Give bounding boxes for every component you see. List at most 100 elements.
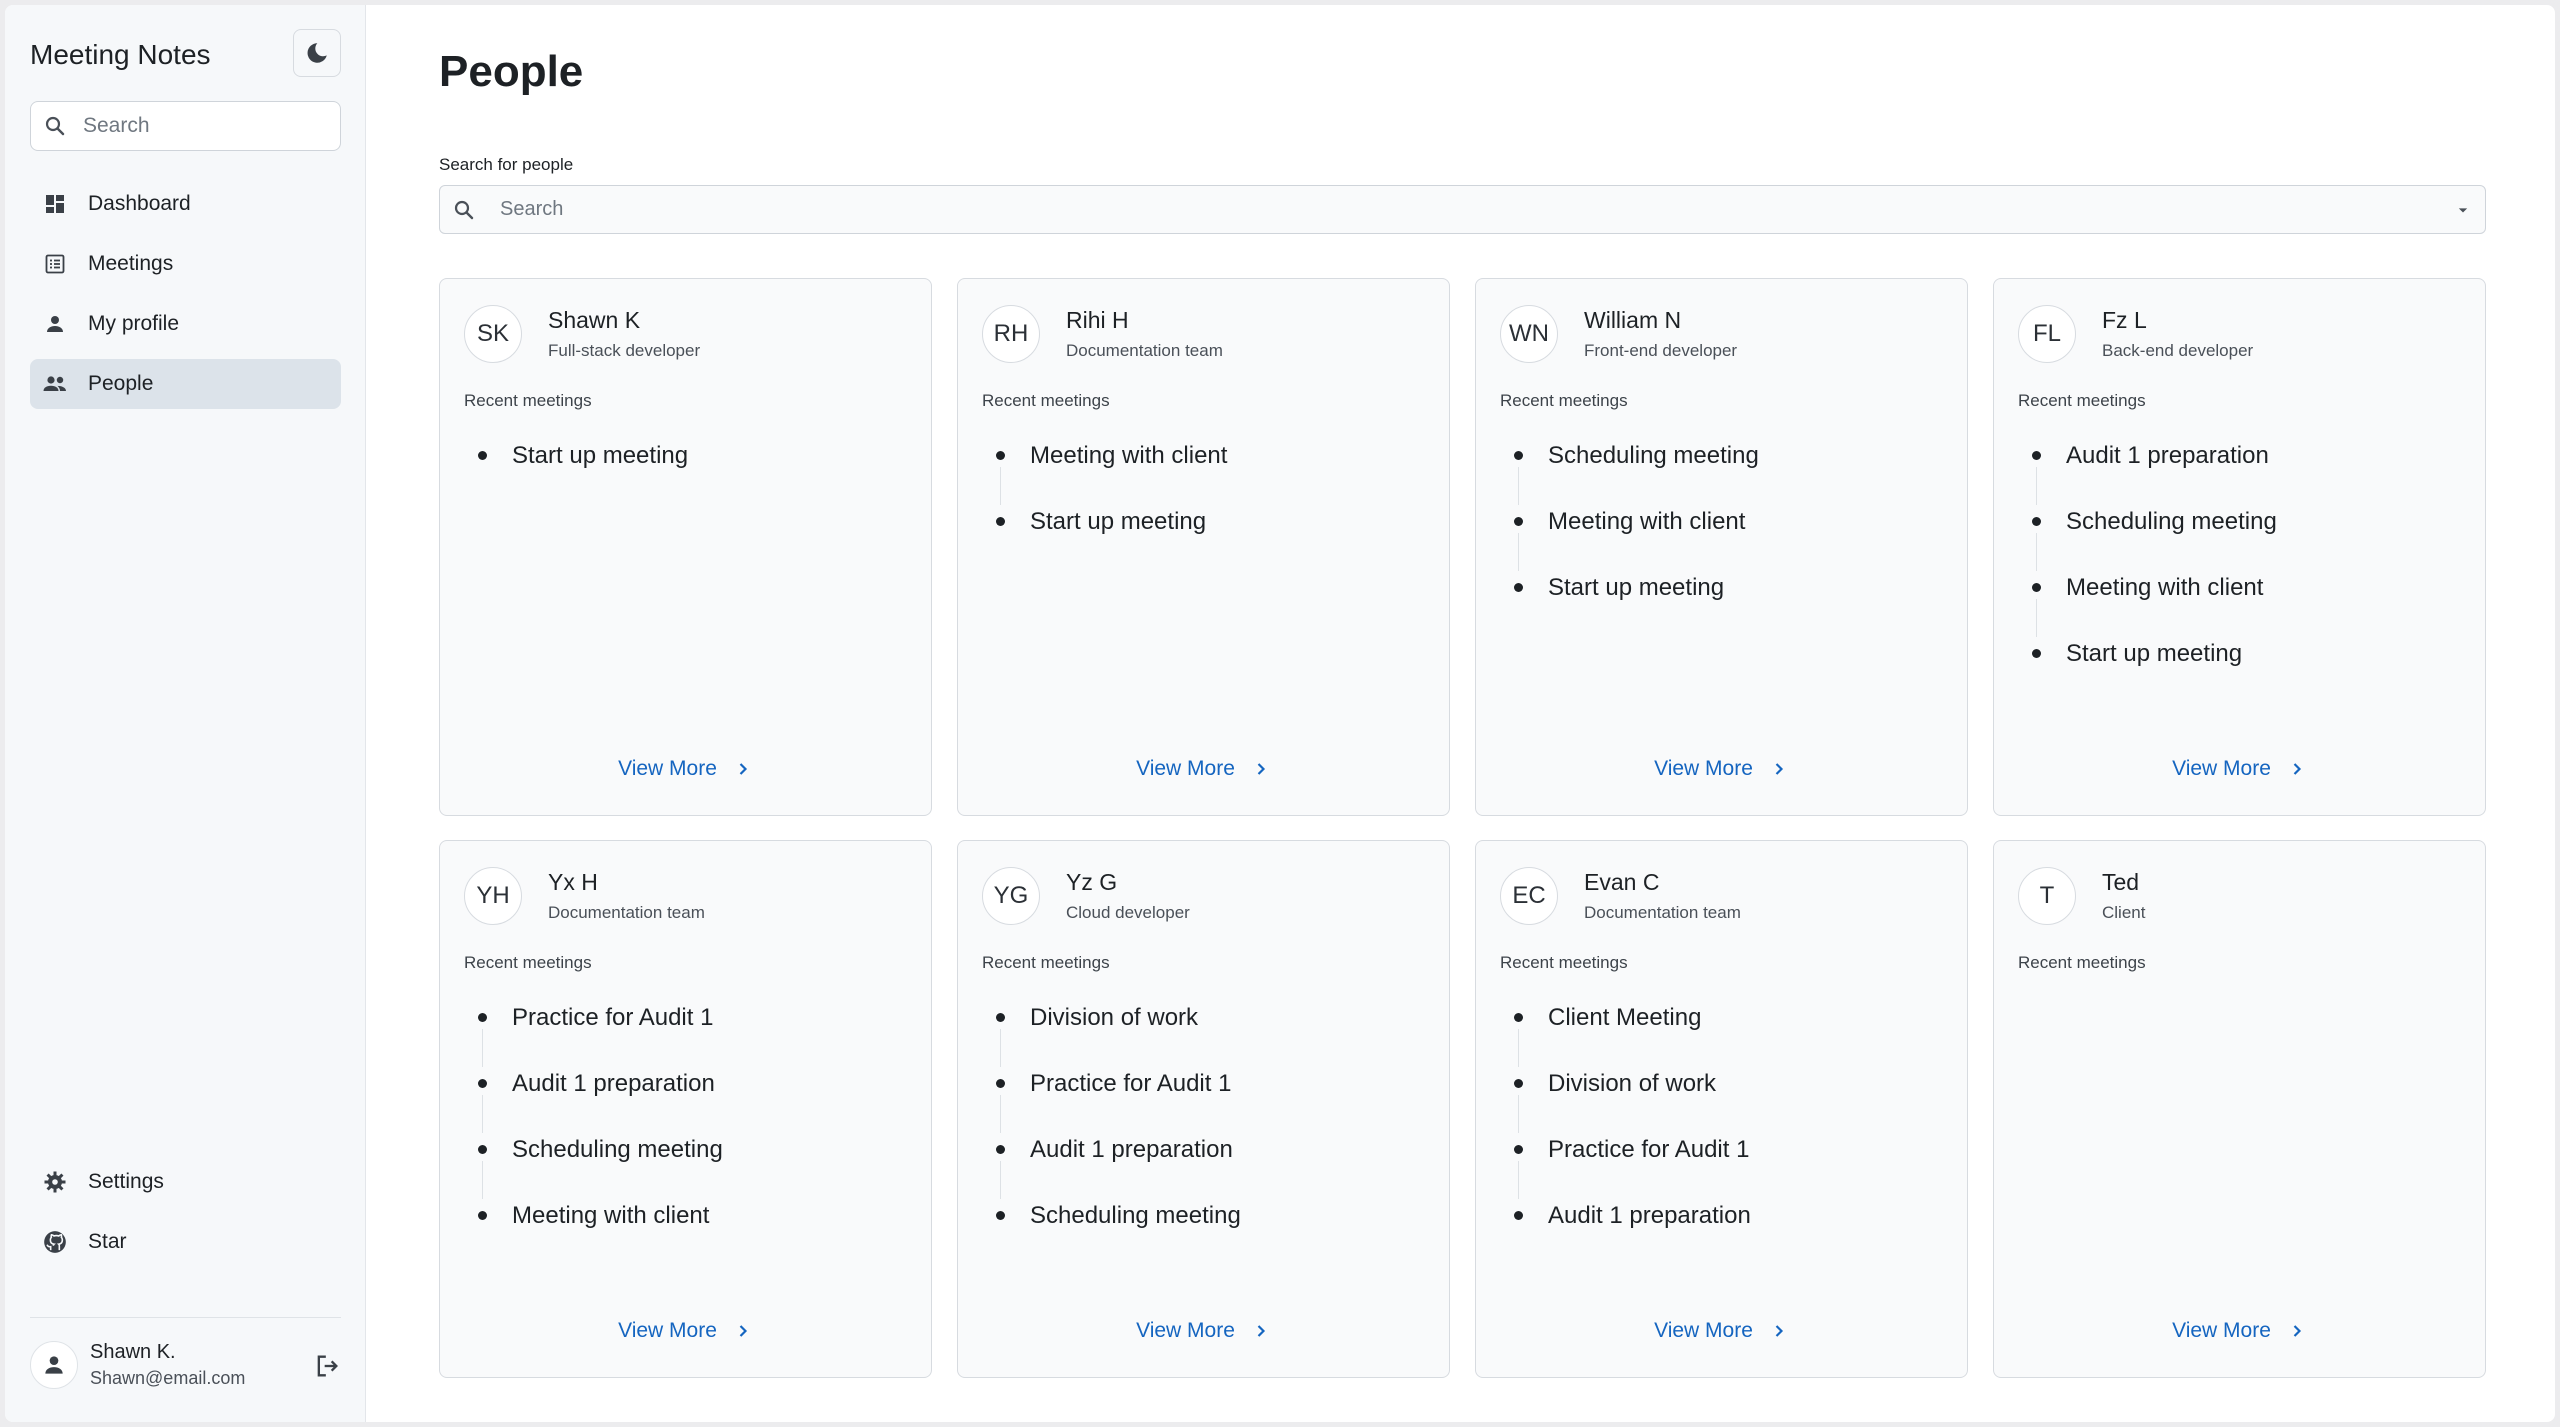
view-more-label: View More — [1136, 757, 1235, 780]
sidebar-item-label: Dashboard — [88, 192, 191, 215]
meeting-item[interactable]: Practice for Audit 1 — [1512, 1133, 1751, 1199]
chevron-down-icon[interactable] — [2453, 200, 2473, 220]
avatar: EC — [1500, 867, 1558, 925]
sidebar-item-label: My profile — [88, 312, 180, 335]
search-label: Search for people — [439, 155, 574, 174]
moon-icon — [307, 43, 327, 63]
meeting-item[interactable]: Start up meeting — [1512, 571, 1759, 637]
view-more-button[interactable]: View More — [1476, 757, 1967, 781]
person-name: Fz L — [2102, 307, 2147, 333]
person-role: Documentation team — [548, 903, 705, 922]
view-more-label: View More — [1654, 757, 1753, 780]
view-more-button[interactable]: View More — [440, 1319, 931, 1343]
sidebar-item-label: Star — [88, 1230, 127, 1253]
avatar: FL — [2018, 305, 2076, 363]
recent-meetings-label: Recent meetings — [2018, 391, 2146, 410]
sidebar-item-dashboard[interactable]: Dashboard — [30, 179, 341, 229]
page-title: People — [439, 47, 584, 96]
avatar: SK — [464, 305, 522, 363]
chevron-right-icon — [1775, 1325, 1783, 1337]
recent-meetings-list: Scheduling meeting Meeting with client Sta… — [1512, 439, 1759, 637]
gear-icon — [42, 1169, 68, 1195]
view-more-button[interactable]: View More — [440, 757, 931, 781]
user-profile: Shawn K. Shawn@email.com — [30, 1330, 341, 1400]
chevron-right-icon — [1257, 1325, 1265, 1337]
person-name: Yz G — [1066, 869, 1118, 895]
meeting-item[interactable]: Audit 1 preparation — [2030, 439, 2277, 505]
recent-meetings-label: Recent meetings — [1500, 391, 1628, 410]
meeting-item[interactable]: Client Meeting — [1512, 1001, 1751, 1067]
list-icon — [42, 251, 68, 277]
view-more-label: View More — [618, 1319, 717, 1342]
meeting-item[interactable]: Practice for Audit 1 — [994, 1067, 1241, 1133]
meeting-item[interactable]: Start up meeting — [476, 439, 688, 505]
avatar: YH — [464, 867, 522, 925]
recent-meetings-list: Audit 1 preparation Scheduling meeting Mee… — [2030, 439, 2277, 703]
person-name: Evan C — [1584, 869, 1660, 895]
view-more-label: View More — [1654, 1319, 1753, 1342]
meeting-item[interactable]: Scheduling meeting — [476, 1133, 723, 1199]
person-card: FL Fz L Back-end developer Recent meetings A… — [1993, 278, 2486, 816]
meeting-item[interactable]: Practice for Audit 1 — [476, 1001, 723, 1067]
view-more-button[interactable]: View More — [958, 757, 1449, 781]
person-name: Ted — [2102, 869, 2140, 895]
meeting-item[interactable]: Meeting with client — [2030, 571, 2277, 637]
meeting-item[interactable]: Audit 1 preparation — [1512, 1199, 1751, 1265]
meeting-item[interactable]: Meeting with client — [994, 439, 1227, 505]
chevron-right-icon — [739, 763, 747, 775]
sidebar-item-meetings[interactable]: Meetings — [30, 239, 341, 289]
meeting-item[interactable]: Start up meeting — [2030, 637, 2277, 703]
person-card: RH Rihi H Documentation team Recent meeting… — [957, 278, 1450, 816]
chevron-right-icon — [2293, 763, 2301, 775]
meeting-item[interactable]: Scheduling meeting — [1512, 439, 1759, 505]
sidebar-item-star[interactable]: Star — [30, 1217, 341, 1267]
person-role: Client — [2102, 903, 2146, 922]
github-icon — [42, 1229, 68, 1255]
meeting-item[interactable]: Audit 1 preparation — [476, 1067, 723, 1133]
meeting-item[interactable]: Scheduling meeting — [994, 1199, 1241, 1265]
recent-meetings-list: Practice for Audit 1 Audit 1 preparation S… — [476, 1001, 723, 1265]
meeting-item[interactable]: Division of work — [994, 1001, 1241, 1067]
sidebar: Meeting Notes Dashboard Meetings — [5, 5, 366, 1422]
sidebar-search[interactable] — [30, 101, 341, 151]
view-more-button[interactable]: View More — [1994, 1319, 2485, 1343]
view-more-label: View More — [618, 757, 717, 780]
app-title: Meeting Notes — [30, 39, 211, 70]
person-card: WN William N Front-end developer Recent mee… — [1475, 278, 1968, 816]
people-search-input[interactable] — [498, 197, 2453, 222]
meeting-item[interactable]: Audit 1 preparation — [994, 1133, 1241, 1199]
sidebar-item-label: Meetings — [88, 252, 174, 275]
sidebar-item-settings[interactable]: Settings — [30, 1157, 341, 1207]
sidebar-item-people[interactable]: People — [30, 359, 341, 409]
meeting-item[interactable]: Scheduling meeting — [2030, 505, 2277, 571]
sidebar-search-input[interactable] — [81, 113, 325, 139]
sidebar-item-my-profile[interactable]: My profile — [30, 299, 341, 349]
view-more-button[interactable]: View More — [958, 1319, 1449, 1343]
person-card: T Ted Client Recent meetings View More — [1993, 840, 2486, 1378]
logout-icon[interactable] — [313, 1352, 341, 1380]
recent-meetings-label: Recent meetings — [982, 391, 1110, 410]
sidebar-item-label: People — [88, 372, 154, 395]
search-icon — [45, 116, 65, 136]
recent-meetings-label: Recent meetings — [2018, 953, 2146, 972]
main-content: People Search for people SK Shawn K Full-s… — [366, 5, 2555, 1422]
meeting-item[interactable]: Division of work — [1512, 1067, 1751, 1133]
meeting-item[interactable]: Meeting with client — [1512, 505, 1759, 571]
person-card: YG Yz G Cloud developer Recent meetings Divi… — [957, 840, 1450, 1378]
recent-meetings-list: Meeting with client Start up meeting — [994, 439, 1227, 571]
people-search[interactable] — [439, 185, 2486, 234]
people-icon — [42, 371, 68, 397]
dark-mode-toggle[interactable] — [293, 29, 341, 77]
recent-meetings-label: Recent meetings — [464, 391, 592, 410]
meeting-item[interactable]: Start up meeting — [994, 505, 1227, 571]
avatar: RH — [982, 305, 1040, 363]
meeting-item[interactable]: Meeting with client — [476, 1199, 723, 1265]
view-more-button[interactable]: View More — [1476, 1319, 1967, 1343]
user-info: Shawn K. Shawn@email.com — [90, 1341, 245, 1389]
avatar[interactable] — [30, 1341, 78, 1389]
person-role: Front-end developer — [1584, 341, 1738, 360]
person-role: Back-end developer — [2102, 341, 2254, 360]
person-name: William N — [1584, 307, 1682, 333]
view-more-button[interactable]: View More — [1994, 757, 2485, 781]
user-name: Shawn K. — [90, 1341, 176, 1363]
